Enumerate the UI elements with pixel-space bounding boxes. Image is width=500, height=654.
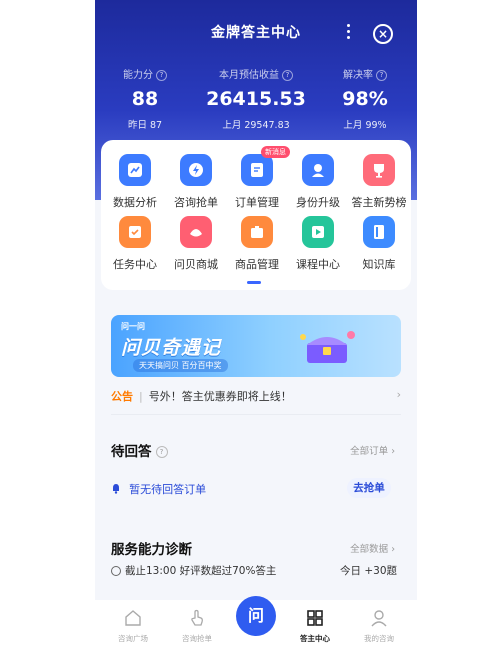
menu-label: 商品管理 xyxy=(235,258,279,271)
home-icon xyxy=(125,610,141,626)
all-orders-link[interactable]: 全部订单 › xyxy=(350,443,395,457)
stat-income[interactable]: 本月预估收益? 26415.53 上月 29547.83 xyxy=(200,66,312,131)
menu-item-new-star-rank[interactable]: 答主新势榜 xyxy=(348,154,410,210)
play-icon xyxy=(302,216,334,248)
task-icon xyxy=(119,216,151,248)
chevron-right-icon: › xyxy=(396,388,401,401)
tab-consult-square[interactable]: 咨询广场 xyxy=(101,608,165,644)
close-icon[interactable]: × xyxy=(373,24,393,44)
promo-banner[interactable]: 问一问 问贝奇遇记 天天搞问贝 百分百中奖 xyxy=(111,315,401,377)
divider xyxy=(111,414,401,415)
menu-label: 订单管理 xyxy=(235,196,279,209)
user-icon xyxy=(302,154,334,186)
stat-label: 解决率 xyxy=(343,70,373,81)
all-data-link[interactable]: 全部数据 › xyxy=(350,541,395,555)
stat-sub: 上月 99% xyxy=(343,120,387,131)
section-title: 待回答 xyxy=(111,444,152,460)
grid-icon xyxy=(307,610,323,626)
announcement-bar[interactable]: 公告 | 号外！答主优惠券即将上线！ › xyxy=(111,388,401,408)
menu-label: 数据分析 xyxy=(113,196,157,209)
menu-item-course-center[interactable]: 课程中心 xyxy=(287,216,349,272)
tab-label: 咨询广场 xyxy=(118,634,148,643)
announcement-text: 号外！答主优惠券即将上线！ xyxy=(148,390,292,403)
menu-item-wenbei-mall[interactable]: 问贝商城 xyxy=(165,216,227,272)
help-icon[interactable]: ? xyxy=(156,69,167,81)
bottom-tab-bar: 咨询广场 咨询抢单 问 答主中心 我的咨询 xyxy=(95,596,417,654)
banner-brand: 问一问 xyxy=(121,322,145,331)
tab-label: 我的咨询 xyxy=(364,634,394,643)
lightning-icon xyxy=(180,154,212,186)
page-indicator xyxy=(247,281,261,284)
diagnosis-text: 截止13:00 好评数超过70%答主 xyxy=(125,565,277,577)
tab-consult-grab[interactable]: 咨询抢单 xyxy=(165,608,229,644)
tab-my-consult[interactable]: 我的咨询 xyxy=(347,608,411,644)
more-icon[interactable] xyxy=(343,22,353,42)
empty-text: 暂无待回答订单 xyxy=(129,482,207,496)
banner-headline: 问贝奇遇记 xyxy=(121,337,222,359)
menu-item-consult-grab[interactable]: 咨询抢单 xyxy=(165,154,227,210)
ask-button[interactable]: 问 xyxy=(236,596,276,636)
menu-label: 身份升级 xyxy=(296,196,340,209)
stat-label: 本月预估收益 xyxy=(219,70,279,81)
help-icon[interactable]: ? xyxy=(155,446,168,458)
clock-icon xyxy=(111,566,121,576)
pending-section-header: 待回答? 全部订单 › xyxy=(111,440,401,460)
order-icon: 新消息 xyxy=(241,146,290,186)
menu-item-product-manage[interactable]: 商品管理 xyxy=(226,216,288,272)
person-icon xyxy=(371,610,387,627)
tab-label: 咨询抢单 xyxy=(182,634,212,643)
stat-value: 88 xyxy=(131,88,159,110)
diagnosis-section-header: 服务能力诊断 全部数据 › xyxy=(111,538,401,558)
menu-label: 任务中心 xyxy=(113,258,157,271)
menu-label: 咨询抢单 xyxy=(174,196,218,209)
diagnosis-today[interactable]: 今日 +30题 xyxy=(340,563,397,578)
bell-icon xyxy=(113,484,119,494)
stat-resolve-rate[interactable]: 解决率? 98% 上月 99% xyxy=(323,66,407,131)
menu-item-order-manage[interactable]: 新消息 订单管理 xyxy=(226,146,290,210)
hand-tap-icon xyxy=(191,609,203,626)
book-icon xyxy=(363,216,395,248)
chart-icon xyxy=(119,154,151,186)
shell-icon xyxy=(180,216,212,248)
stat-ability[interactable]: 能力分? 88 昨日 87 xyxy=(105,66,185,131)
menu-label: 课程中心 xyxy=(296,258,340,271)
announcement-tag: 公告 xyxy=(111,390,133,403)
stat-sub: 昨日 87 xyxy=(127,120,163,131)
stat-value: 26415.53 xyxy=(206,88,306,110)
treasure-chest-icon xyxy=(300,331,355,363)
menu-card: 数据分析 咨询抢单 新消息 订单管理 身份升级 答主新势榜 任务中心 问贝商城 … xyxy=(101,140,411,290)
tab-answerer-center[interactable]: 答主中心 xyxy=(283,608,347,644)
menu-item-task-center[interactable]: 任务中心 xyxy=(104,216,166,272)
menu-label: 答主新势榜 xyxy=(351,196,407,209)
trophy-icon xyxy=(363,154,395,186)
stat-sub: 上月 29547.83 xyxy=(222,120,290,131)
banner-slogan: 天天搞问贝 百分百中奖 xyxy=(133,359,228,372)
menu-label: 问贝商城 xyxy=(174,258,218,271)
menu-label: 知识库 xyxy=(362,258,396,271)
menu-item-data-analysis[interactable]: 数据分析 xyxy=(104,154,166,210)
new-message-badge: 新消息 xyxy=(261,146,290,158)
section-title: 服务能力诊断 xyxy=(111,542,192,558)
grab-order-button[interactable]: 去抢单 xyxy=(347,478,391,498)
help-icon[interactable]: ? xyxy=(376,69,387,81)
pending-empty-row: 暂无待回答订单 去抢单 xyxy=(111,478,401,502)
stat-label: 能力分 xyxy=(123,70,153,81)
diagnosis-row: 截止13:00 好评数超过70%答主 今日 +30题 xyxy=(111,563,401,581)
separator: | xyxy=(139,390,143,403)
help-icon[interactable]: ? xyxy=(282,69,293,81)
menu-item-knowledge-base[interactable]: 知识库 xyxy=(348,216,410,272)
top-bar: 金牌答主中心 × xyxy=(95,18,417,48)
app-screen: 金牌答主中心 × 能力分? 88 昨日 87 本月预估收益? 26415.53 … xyxy=(95,0,417,654)
stat-value: 98% xyxy=(342,88,388,110)
tab-label: 答主中心 xyxy=(300,634,330,643)
box-icon xyxy=(241,216,273,248)
menu-item-identity-upgrade[interactable]: 身份升级 xyxy=(287,154,349,210)
page-title: 金牌答主中心 xyxy=(211,25,301,41)
